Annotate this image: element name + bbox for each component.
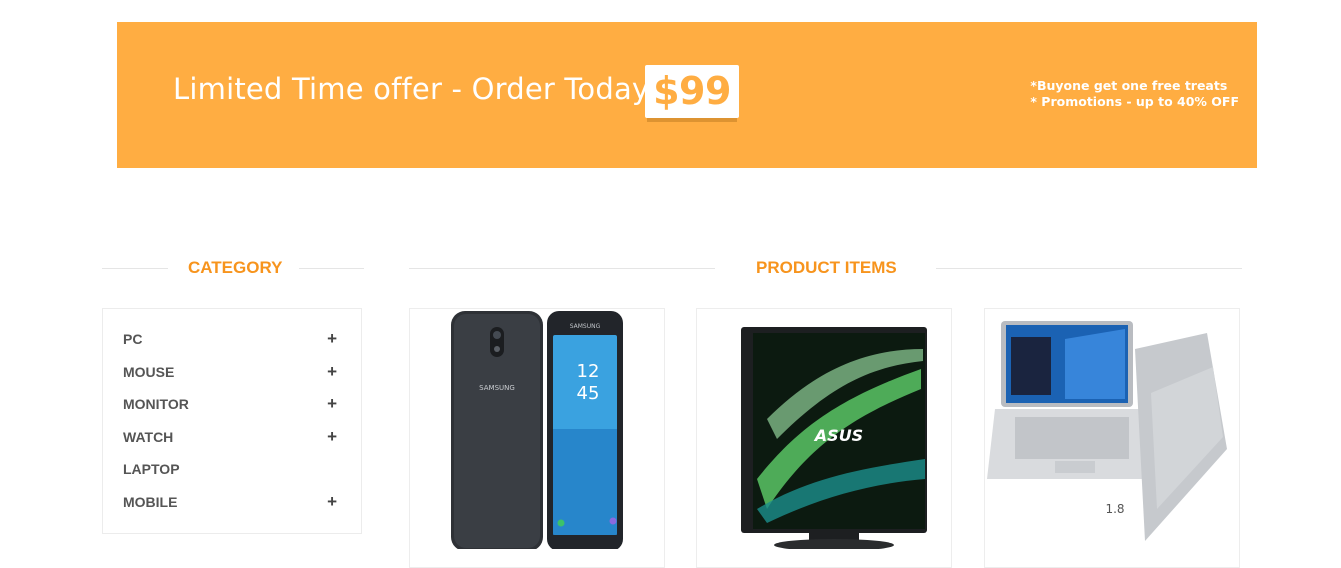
product-card-monitor[interactable]: ASUS [696,308,952,568]
samsung-phone-image: SAMSUNG SAMSUNG 12 45 [451,311,623,549]
monitor-brand: ASUS [813,426,863,445]
heading-line-right [936,268,1242,269]
product-items-heading: PRODUCT ITEMS [409,258,1242,278]
promo-banner[interactable]: Limited Time offer - Order Today For $99… [117,22,1257,168]
product-card-laptop[interactable]: 1.8 [984,308,1240,568]
category-item-pc[interactable]: PC + [123,329,343,362]
heading-line-left [102,268,168,269]
asus-monitor-image: ASUS [741,327,927,549]
plus-icon[interactable]: + [327,492,337,512]
category-item-label: MONITOR [123,396,189,413]
category-item-label: MOUSE [123,363,175,380]
banner-headline: Limited Time offer - Order Today For [173,72,705,106]
category-panel: PC + MOUSE + MONITOR + WATCH + LAPTOP MO… [102,308,362,534]
promo-lines: *Buyone get one free treats * Promotions… [1030,78,1239,110]
laptop-spec-text: 1.8 [1105,502,1124,516]
promo-line-1: *Buyone get one free treats [1030,78,1228,93]
plus-icon[interactable]: + [327,427,337,447]
phone-brand-front: SAMSUNG [570,323,601,330]
category-heading: CATEGORY [102,258,364,278]
samsung-laptop-image: 1.8 [987,321,1227,541]
category-item-laptop[interactable]: LAPTOP [123,459,343,492]
category-item-mobile[interactable]: MOBILE + [123,492,343,525]
category-item-label: WATCH [123,428,174,445]
category-title: CATEGORY [188,258,283,277]
price-text: $99 [653,69,731,113]
category-item-watch[interactable]: WATCH + [123,427,343,460]
plus-icon[interactable]: + [327,362,337,382]
phone-brand-back: SAMSUNG [479,384,515,392]
category-item-label: PC [123,331,143,347]
price-tag: $99 [645,65,739,118]
phone-clock-hour: 12 [577,361,600,382]
category-item-mouse[interactable]: MOUSE + [123,362,343,395]
category-item-monitor[interactable]: MONITOR + [123,394,343,427]
product-card-phone[interactable]: SAMSUNG SAMSUNG 12 45 [409,308,665,568]
promo-line-2: * Promotions - up to 40% OFF [1030,94,1239,109]
plus-icon[interactable]: + [327,329,337,349]
phone-clock-minute: 45 [577,383,600,404]
plus-icon[interactable]: + [327,394,337,414]
heading-line-right [299,268,364,269]
product-items-title: PRODUCT ITEMS [756,258,897,277]
category-item-label: MOBILE [123,493,178,510]
category-item-label: LAPTOP [123,461,180,478]
category-list: PC + MOUSE + MONITOR + WATCH + LAPTOP MO… [123,329,343,525]
heading-line-left [409,268,715,269]
